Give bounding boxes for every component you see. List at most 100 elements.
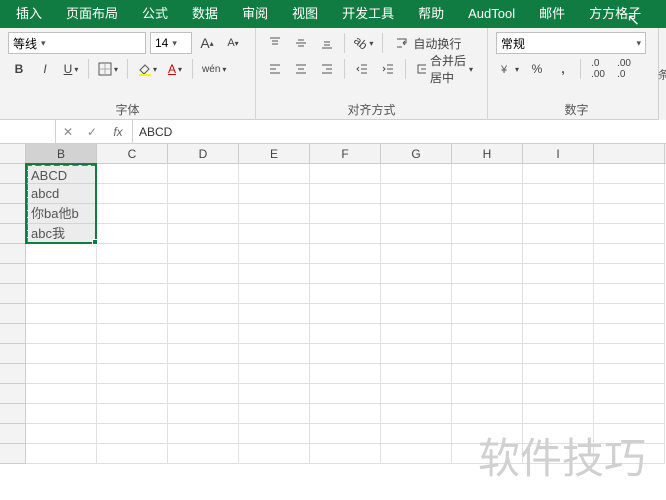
cell[interactable] bbox=[26, 444, 97, 464]
cell[interactable]: abcd bbox=[26, 184, 97, 204]
cell[interactable] bbox=[97, 224, 168, 244]
cell[interactable] bbox=[594, 344, 665, 364]
cell[interactable] bbox=[310, 304, 381, 324]
cell[interactable] bbox=[310, 324, 381, 344]
cell[interactable] bbox=[452, 244, 523, 264]
number-format-combo[interactable]: 常规 ▾ bbox=[496, 32, 646, 54]
cell[interactable] bbox=[523, 224, 594, 244]
tab-data[interactable]: 数据 bbox=[180, 0, 230, 28]
cell[interactable] bbox=[26, 424, 97, 444]
cells-area[interactable]: ABCD abcd 你ba他b abc我 bbox=[26, 164, 665, 464]
cell[interactable] bbox=[168, 224, 239, 244]
cell[interactable] bbox=[239, 264, 310, 284]
cell[interactable] bbox=[452, 424, 523, 444]
col-header-d[interactable]: D bbox=[168, 144, 239, 163]
cell[interactable] bbox=[168, 304, 239, 324]
cell[interactable] bbox=[239, 384, 310, 404]
cell[interactable] bbox=[26, 404, 97, 424]
cell[interactable] bbox=[239, 324, 310, 344]
percent-button[interactable]: % bbox=[526, 58, 548, 80]
cell[interactable] bbox=[97, 284, 168, 304]
cell[interactable] bbox=[523, 204, 594, 224]
font-color-button[interactable]: A▾ bbox=[164, 58, 186, 80]
cell[interactable] bbox=[594, 204, 665, 224]
row-header[interactable] bbox=[0, 424, 26, 444]
cell[interactable] bbox=[168, 284, 239, 304]
cell[interactable] bbox=[523, 324, 594, 344]
cell[interactable] bbox=[594, 224, 665, 244]
cell[interactable] bbox=[523, 284, 594, 304]
decrease-font-button[interactable]: A▾ bbox=[222, 32, 244, 54]
underline-button[interactable]: U▾ bbox=[60, 58, 82, 80]
tab-mail[interactable]: 邮件 bbox=[527, 0, 577, 28]
col-header-e[interactable]: E bbox=[239, 144, 310, 163]
bold-button[interactable]: B bbox=[8, 58, 30, 80]
col-header-i[interactable]: I bbox=[523, 144, 594, 163]
cell[interactable] bbox=[523, 164, 594, 184]
cell[interactable] bbox=[168, 324, 239, 344]
tab-audtool[interactable]: AudTool bbox=[456, 0, 527, 28]
cell[interactable] bbox=[381, 264, 452, 284]
row-header[interactable] bbox=[0, 444, 26, 464]
decrease-indent-button[interactable] bbox=[351, 58, 373, 80]
cell[interactable] bbox=[381, 384, 452, 404]
cell[interactable] bbox=[310, 404, 381, 424]
tab-review[interactable]: 审阅 bbox=[230, 0, 280, 28]
cell[interactable] bbox=[310, 184, 381, 204]
orientation-button[interactable]: ab▾ bbox=[351, 32, 376, 54]
cell[interactable] bbox=[310, 424, 381, 444]
cell[interactable] bbox=[381, 404, 452, 424]
cell[interactable] bbox=[452, 284, 523, 304]
cell[interactable] bbox=[523, 404, 594, 424]
increase-indent-button[interactable] bbox=[377, 58, 399, 80]
increase-font-button[interactable]: A▴ bbox=[196, 32, 218, 54]
wrap-text-button[interactable]: 自动换行 bbox=[389, 32, 467, 54]
cell[interactable] bbox=[310, 384, 381, 404]
cell[interactable] bbox=[97, 424, 168, 444]
cell[interactable] bbox=[594, 284, 665, 304]
cell[interactable] bbox=[239, 364, 310, 384]
col-header-h[interactable]: H bbox=[452, 144, 523, 163]
cell[interactable] bbox=[523, 384, 594, 404]
cell[interactable] bbox=[97, 384, 168, 404]
decrease-decimal-button[interactable]: .00.0 bbox=[613, 58, 635, 80]
row-header[interactable] bbox=[0, 224, 26, 244]
cell[interactable] bbox=[594, 404, 665, 424]
cell[interactable] bbox=[239, 424, 310, 444]
cell[interactable] bbox=[594, 364, 665, 384]
cell[interactable] bbox=[168, 404, 239, 424]
row-header[interactable] bbox=[0, 244, 26, 264]
col-header-g[interactable]: G bbox=[381, 144, 452, 163]
tab-insert[interactable]: 插入 bbox=[4, 0, 54, 28]
cell[interactable] bbox=[381, 324, 452, 344]
cell[interactable] bbox=[452, 264, 523, 284]
cell[interactable] bbox=[168, 204, 239, 224]
tab-developer[interactable]: 开发工具 bbox=[330, 0, 406, 28]
cell[interactable] bbox=[310, 284, 381, 304]
cell[interactable] bbox=[97, 304, 168, 324]
cell[interactable] bbox=[26, 264, 97, 284]
cell[interactable] bbox=[310, 264, 381, 284]
cell[interactable] bbox=[97, 404, 168, 424]
font-name-combo[interactable]: 等线 ▾ bbox=[8, 32, 146, 54]
cell[interactable] bbox=[26, 384, 97, 404]
cell[interactable] bbox=[168, 364, 239, 384]
cell[interactable] bbox=[310, 224, 381, 244]
cell[interactable] bbox=[168, 444, 239, 464]
cell[interactable] bbox=[310, 204, 381, 224]
cell[interactable] bbox=[168, 264, 239, 284]
borders-button[interactable]: ▾ bbox=[95, 58, 121, 80]
cell[interactable] bbox=[97, 344, 168, 364]
cell[interactable] bbox=[381, 224, 452, 244]
align-left-button[interactable] bbox=[264, 58, 286, 80]
col-header-f[interactable]: F bbox=[310, 144, 381, 163]
cell[interactable] bbox=[381, 284, 452, 304]
cell[interactable]: abc我 bbox=[26, 224, 97, 244]
cell[interactable] bbox=[594, 244, 665, 264]
cell[interactable] bbox=[523, 244, 594, 264]
cell[interactable] bbox=[523, 264, 594, 284]
cell[interactable] bbox=[310, 244, 381, 264]
cell[interactable] bbox=[168, 344, 239, 364]
row-header[interactable] bbox=[0, 164, 26, 184]
italic-button[interactable]: I bbox=[34, 58, 56, 80]
